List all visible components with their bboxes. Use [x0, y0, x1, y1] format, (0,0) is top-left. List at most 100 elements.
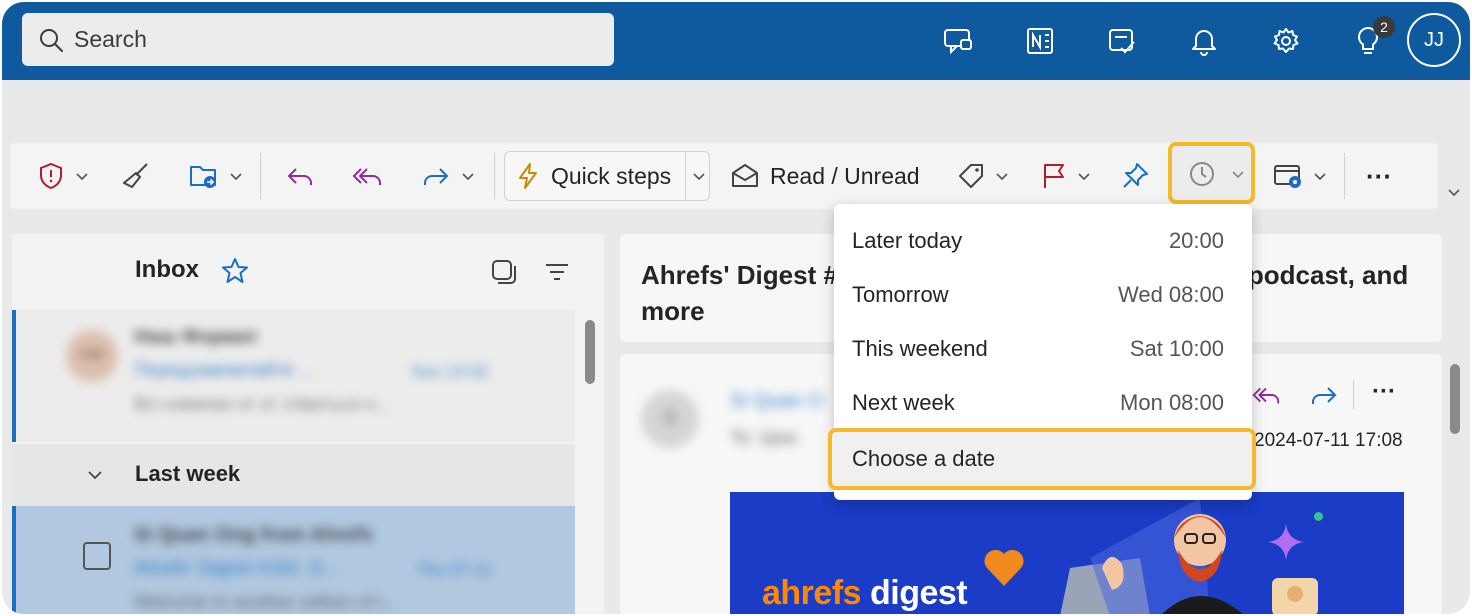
move-button[interactable]	[188, 143, 246, 209]
subject-part-3: more	[641, 296, 705, 326]
preview-text: Welcome to another edition of t...	[134, 592, 398, 612]
star-icon[interactable]	[220, 256, 250, 286]
select-checkbox[interactable]	[83, 542, 111, 570]
filter-icon[interactable]	[543, 258, 571, 286]
group-label: Last week	[135, 461, 241, 486]
settings-mail-icon	[1274, 165, 1301, 188]
top-bar: Search 2 JJ	[2, 2, 1470, 80]
pin-icon	[1123, 163, 1148, 188]
chevron-down-icon	[1314, 173, 1326, 181]
rules-button[interactable]	[1272, 143, 1330, 209]
subject-line: Передзамовлайте ...	[134, 360, 316, 381]
reply-all-icon[interactable]	[1250, 380, 1282, 410]
received-time: Sun 13:32	[411, 362, 489, 381]
chevron-down-icon	[1232, 171, 1244, 179]
search-placeholder: Search	[74, 26, 147, 52]
bell-icon[interactable]	[1163, 16, 1245, 66]
reply-all-icon	[352, 168, 381, 185]
recipient-line: To: Ших	[730, 428, 799, 449]
subject-part-2: podcast, and	[1247, 260, 1409, 290]
reading-pane-scrollbar[interactable]	[1450, 364, 1460, 434]
snooze-button[interactable]	[1168, 142, 1255, 204]
option-label: Tomorrow	[852, 282, 949, 307]
chevron-down-icon	[996, 173, 1008, 181]
sent-date: 2024-07-11 17:08	[1254, 430, 1403, 451]
broom-icon	[123, 163, 148, 188]
chat-icon[interactable]	[917, 16, 999, 66]
list-item[interactable]: Si Quan Ong from Ahrefs Ahrefs' Digest #…	[12, 506, 575, 614]
message-more-button[interactable]: ···	[1372, 378, 1396, 406]
received-time: Thu 07-11	[416, 560, 493, 579]
subject-line: Ahrefs' Digest #191: S...	[134, 558, 339, 579]
folder-title: Inbox	[135, 256, 199, 283]
chevron-down-icon	[230, 173, 242, 181]
select-mode-icon[interactable]	[490, 258, 518, 286]
reply-all-button[interactable]	[350, 143, 384, 209]
app-window: Search 2 JJ Quick steps Read / Unread ··…	[2, 2, 1470, 614]
group-header[interactable]: Last week	[12, 444, 575, 506]
list-item[interactable]: НФ Наш Формат Передзамовлайте ... Sun 13…	[12, 310, 575, 442]
chevron-down-icon	[1078, 173, 1090, 181]
preview-text: Всі новинки от от з'явиться н...	[134, 394, 390, 414]
search-icon	[40, 28, 63, 52]
lightning-icon	[519, 163, 537, 189]
quick-steps-label: Quick steps	[551, 162, 672, 189]
tag-icon	[959, 164, 983, 188]
todo-icon[interactable]	[1081, 16, 1163, 66]
reply-button[interactable]	[284, 143, 316, 209]
pin-button[interactable]	[1120, 143, 1150, 209]
notification-badge: 2	[1373, 16, 1395, 38]
snooze-option-tomorrow[interactable]: Tomorrow Wed 08:00	[834, 268, 1252, 322]
read-unread-label: Read / Unread	[770, 162, 920, 189]
chevron-down-icon	[76, 173, 88, 181]
gear-icon[interactable]	[1245, 16, 1327, 66]
chevron-down-icon	[462, 173, 474, 181]
sender-name: Si Quan Ong from Ahrefs	[134, 524, 374, 546]
search-box[interactable]: Search	[22, 13, 614, 66]
subject-part-1: Ahrefs' Digest #	[641, 260, 838, 290]
list-scrollbar[interactable]	[585, 320, 595, 384]
sender-name: Наш Формат	[134, 326, 259, 348]
option-label: Next week	[852, 390, 955, 415]
report-button[interactable]	[36, 143, 92, 209]
snooze-option-next-week[interactable]: Next week Mon 08:00	[834, 376, 1252, 430]
option-label: Later today	[852, 228, 963, 253]
heart-icon	[984, 549, 1024, 586]
banner-logo-text: ahrefs digest	[762, 574, 968, 612]
forward-icon	[424, 168, 449, 185]
more-options-button[interactable]: ···	[1366, 143, 1392, 209]
avatar[interactable]: JJ	[1407, 13, 1461, 67]
ribbon-expand-chevron-icon[interactable]	[1444, 182, 1464, 202]
option-label: This weekend	[852, 336, 988, 361]
onenote-icon[interactable]	[999, 16, 1081, 66]
sweep-button[interactable]	[120, 143, 152, 209]
forward-icon[interactable]	[1308, 380, 1340, 410]
message-list: Inbox НФ Наш Формат Передзамовлайте ... …	[12, 234, 604, 614]
clock-icon	[1190, 162, 1214, 186]
read-unread-button[interactable]: Read / Unread	[730, 143, 920, 209]
chevron-down-icon[interactable]	[689, 166, 709, 186]
option-time: 20:00	[1168, 228, 1224, 253]
sender-name[interactable]: Si Quan O	[730, 390, 823, 413]
forward-button[interactable]	[420, 143, 478, 209]
reply-icon	[288, 168, 312, 185]
shield-icon	[40, 162, 62, 190]
snooze-option-later-today[interactable]: Later today 20:00	[834, 214, 1252, 268]
character-illustration	[1060, 498, 1318, 614]
quick-steps-button[interactable]: Quick steps	[504, 151, 710, 201]
chevron-down-icon	[88, 471, 102, 480]
sender-avatar: S	[641, 390, 699, 448]
lightbulb-icon[interactable]: 2	[1327, 16, 1409, 66]
option-time: Sat 10:00	[1129, 336, 1224, 361]
option-time: Wed 08:00	[1117, 282, 1224, 307]
snooze-option-this-weekend[interactable]: This weekend Sat 10:00	[834, 322, 1252, 376]
avatar: НФ	[66, 330, 118, 382]
snooze-option-choose-date[interactable]: Choose a date	[828, 428, 1256, 490]
folder-move-icon	[190, 166, 216, 188]
option-time: Mon 08:00	[1120, 390, 1224, 415]
flag-icon	[1044, 164, 1064, 188]
flag-button[interactable]	[1040, 143, 1094, 209]
tag-button[interactable]	[956, 143, 1012, 209]
envelope-open-icon	[732, 164, 758, 187]
newsletter-banner: ahrefs digest	[730, 492, 1404, 614]
